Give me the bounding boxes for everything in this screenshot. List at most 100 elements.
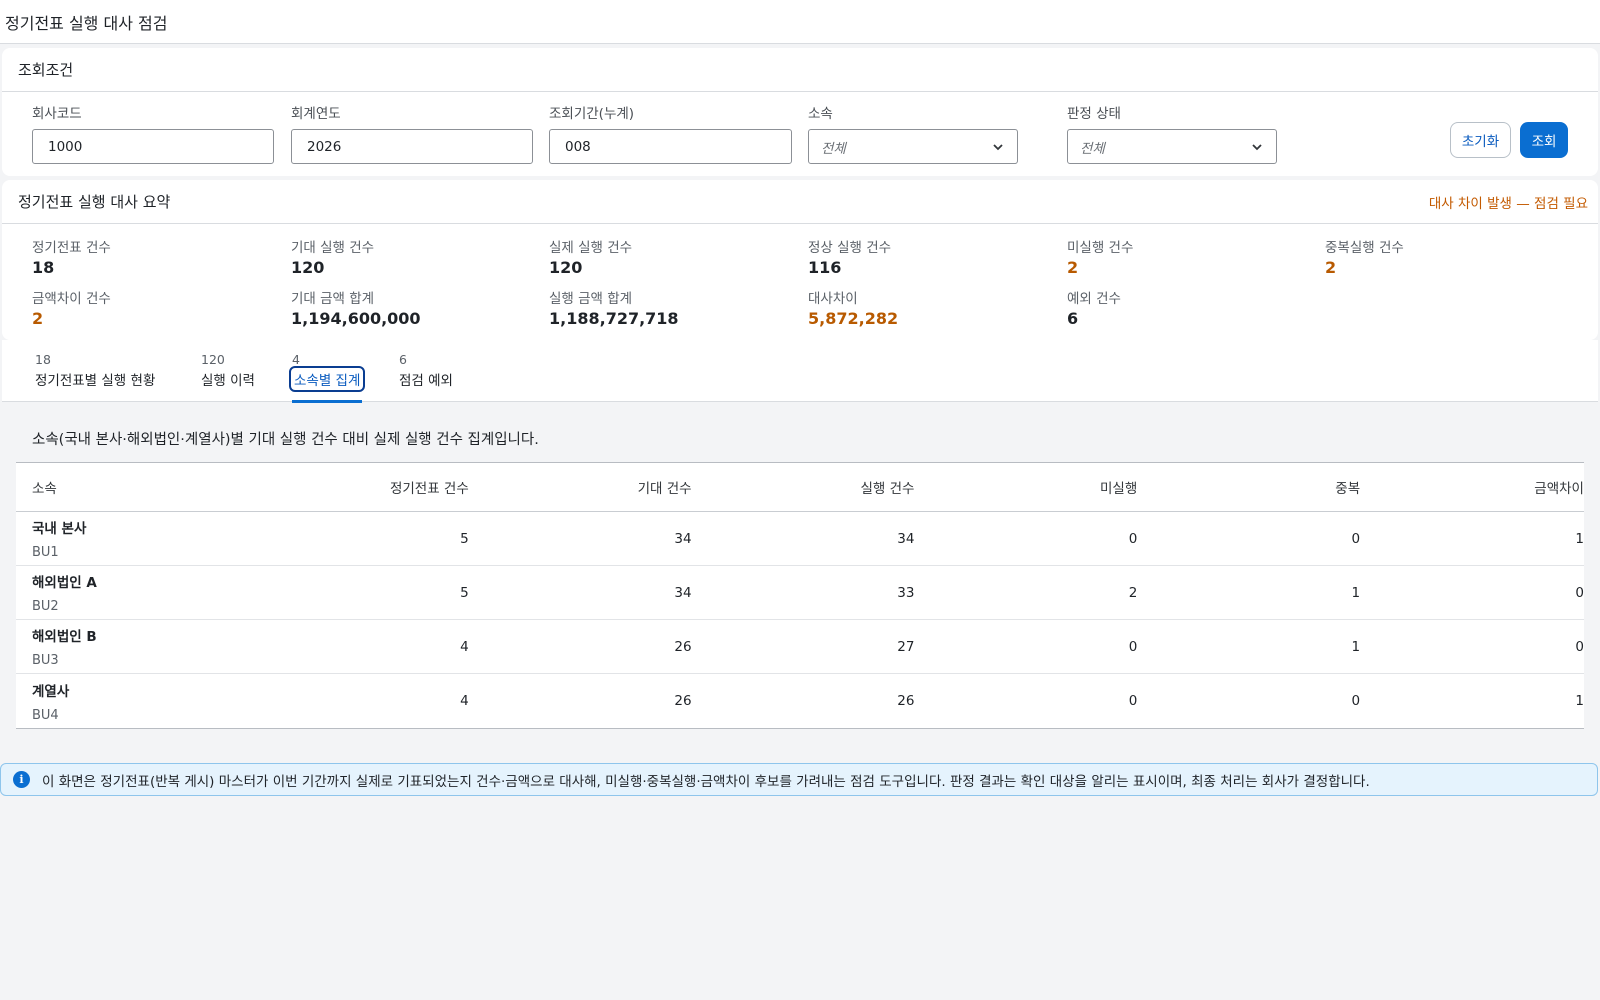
chevron-down-icon — [993, 143, 1003, 150]
kpi-value: 116 — [808, 258, 842, 277]
kpi-value: 120 — [549, 258, 583, 277]
affiliation-name: 계열사 — [32, 683, 70, 700]
expected-count-cell: 26 — [674, 638, 692, 655]
summary-panel-title: 정기전표 실행 대사 요약 — [18, 193, 171, 211]
affiliation-name: 해외법인 A — [32, 575, 97, 591]
tab-voucher-status[interactable]: 18 정기전표별 실행 현황 — [35, 352, 155, 389]
voucher-count-cell: 4 — [460, 638, 469, 655]
column-header[interactable]: 미실행 — [914, 477, 1137, 497]
affiliation-name: 국내 본사 — [32, 521, 87, 537]
affiliation-cell: 해외법인 A BU2 — [16, 571, 245, 614]
column-header[interactable]: 실행 건수 — [692, 477, 914, 497]
kpi-exception-count: 예외 건수 6 — [1067, 287, 1121, 328]
summary-alert: 대사 차이 발생 — 점검 필요 — [1428, 195, 1588, 212]
column-header[interactable]: 소속 — [16, 477, 245, 497]
tab-exceptions[interactable]: 6 점검 예외 — [399, 352, 453, 389]
missing-count-cell: 0 — [1128, 530, 1138, 547]
summary-panel: 정기전표 실행 대사 요약 대사 차이 발생 — 점검 필요 정기전표 건수 18… — [2, 180, 1598, 340]
kpi-normal-runs: 정상 실행 건수 116 — [808, 236, 891, 277]
tab-count: 6 — [399, 352, 407, 367]
kpi-label: 정기전표 건수 — [32, 240, 111, 256]
executed-count-cell: 34 — [897, 530, 915, 547]
kpi-amount-diff-count: 금액차이 건수 2 — [32, 287, 111, 328]
affiliation-label: 소속 — [808, 106, 833, 122]
executed-count-cell: 33 — [897, 584, 915, 601]
kpi-label: 실제 실행 건수 — [549, 240, 633, 256]
kpi-label: 정상 실행 건수 — [808, 240, 892, 256]
kpi-value: 18 — [32, 258, 55, 277]
amount-diff-cell: 0 — [1575, 638, 1584, 655]
tab-count: 18 — [35, 352, 51, 367]
column-header[interactable]: 중복 — [1137, 477, 1360, 497]
tab-count: 120 — [201, 352, 225, 367]
page-header: 정기전표 실행 대사 점검 — [0, 0, 1600, 44]
fiscal-year-input[interactable]: 2026 — [291, 129, 533, 164]
affiliation-select-value: 전체 — [821, 140, 846, 157]
missing-count-cell: 2 — [1128, 584, 1138, 601]
kpi-expected-amount: 기대 금액 합계 1,194,600,000 — [291, 287, 421, 328]
expected-count-cell: 26 — [674, 693, 692, 709]
judgment-select-value: 전체 — [1080, 140, 1105, 157]
period-field-group: 조회기간(누계) 008 — [549, 102, 792, 164]
amount-diff-cell: 0 — [1575, 584, 1584, 601]
duplicate-count-cell: 0 — [1351, 530, 1361, 547]
voucher-count-cell: 4 — [460, 693, 469, 709]
column-header[interactable]: 정기전표 건수 — [245, 477, 469, 497]
kpi-value: 1,188,727,718 — [549, 309, 679, 328]
kpi-label: 금액차이 건수 — [32, 291, 111, 307]
kpi-reconciliation-diff: 대사차이 5,872,282 — [808, 287, 898, 328]
tab-label: 소속별 집계 — [288, 366, 366, 392]
affiliation-select[interactable]: 전체 — [808, 129, 1018, 164]
kpi-voucher-count: 정기전표 건수 18 — [32, 236, 111, 277]
affiliation-code: BU3 — [32, 653, 59, 668]
voucher-count-cell: 5 — [460, 530, 469, 547]
column-header[interactable]: 기대 건수 — [469, 477, 692, 497]
duplicate-count-cell: 1 — [1351, 584, 1361, 601]
kpi-duplicate-runs: 중복실행 건수 2 — [1325, 236, 1404, 277]
tab-count: 4 — [292, 352, 300, 367]
amount-diff-cell: 1 — [1575, 693, 1584, 709]
search-button[interactable]: 조회 — [1520, 122, 1568, 158]
info-message-strip: i 이 화면은 정기전표(반복 게시) 마스터가 이번 기간까지 실제로 기표되… — [0, 763, 1598, 796]
page-title: 정기전표 실행 대사 점검 — [5, 13, 168, 33]
tab-label: 정기전표별 실행 현황 — [35, 373, 156, 389]
kpi-label: 실행 금액 합계 — [549, 291, 633, 307]
affiliation-cell: 국내 본사 BU1 — [16, 517, 245, 560]
table-row[interactable]: 해외법인 B BU3 4 26 27 0 1 0 — [16, 620, 1584, 674]
table-row[interactable]: 국내 본사 BU1 5 34 34 0 0 1 — [16, 512, 1584, 566]
affiliation-cell: 해외법인 B BU3 — [16, 625, 245, 668]
chevron-down-icon — [1252, 143, 1262, 150]
summary-panel-header: 정기전표 실행 대사 요약 대사 차이 발생 — 점검 필요 — [2, 180, 1598, 224]
company-code-input[interactable]: 1000 — [32, 129, 274, 164]
info-message-text: 이 화면은 정기전표(반복 게시) 마스터가 이번 기간까지 실제로 기표되었는… — [42, 773, 1370, 790]
judgment-select[interactable]: 전체 — [1067, 129, 1277, 164]
info-icon: i — [13, 771, 30, 788]
affiliation-code: BU2 — [32, 599, 59, 614]
duplicate-count-cell: 1 — [1351, 638, 1361, 655]
affiliation-name: 해외법인 B — [32, 629, 97, 645]
affiliation-cell: 계열사 BU4 — [16, 680, 245, 723]
executed-count-cell: 26 — [897, 693, 915, 709]
kpi-label: 대사차이 — [808, 291, 858, 307]
table-header-row: 소속 정기전표 건수 기대 건수 실행 건수 미실행 중복 금액차이 — [16, 463, 1584, 512]
voucher-count-cell: 5 — [460, 584, 469, 601]
tab-affiliation-summary[interactable]: 4 소속별 집계 — [288, 352, 366, 403]
tab-label: 실행 이력 — [201, 373, 255, 389]
judgment-field-group: 판정 상태 전체 — [1067, 102, 1277, 164]
tab-run-history[interactable]: 120 실행 이력 — [201, 352, 255, 389]
affiliation-summary-table: 소속 정기전표 건수 기대 건수 실행 건수 미실행 중복 금액차이 국내 본사… — [16, 462, 1584, 729]
table-row[interactable]: 계열사 BU4 4 26 26 0 0 1 — [16, 674, 1584, 728]
table-row[interactable]: 해외법인 A BU2 5 34 33 2 1 0 — [16, 566, 1584, 620]
kpi-missing-runs: 미실행 건수 2 — [1067, 236, 1133, 277]
filter-panel: 조회조건 회사코드 1000 회계연도 2026 조회기간(누계) 008 소속… — [2, 48, 1598, 176]
affiliation-field-group: 소속 전체 — [808, 102, 1018, 164]
judgment-label: 판정 상태 — [1067, 106, 1121, 122]
duplicate-count-cell: 0 — [1351, 693, 1361, 709]
filter-panel-header: 조회조건 — [2, 48, 1598, 92]
period-input[interactable]: 008 — [549, 129, 792, 164]
expected-count-cell: 34 — [674, 530, 692, 547]
column-header[interactable]: 금액차이 — [1360, 477, 1584, 497]
affiliation-code: BU4 — [32, 707, 59, 723]
reset-button[interactable]: 초기화 — [1450, 122, 1511, 158]
filter-panel-title: 조회조건 — [18, 61, 74, 79]
